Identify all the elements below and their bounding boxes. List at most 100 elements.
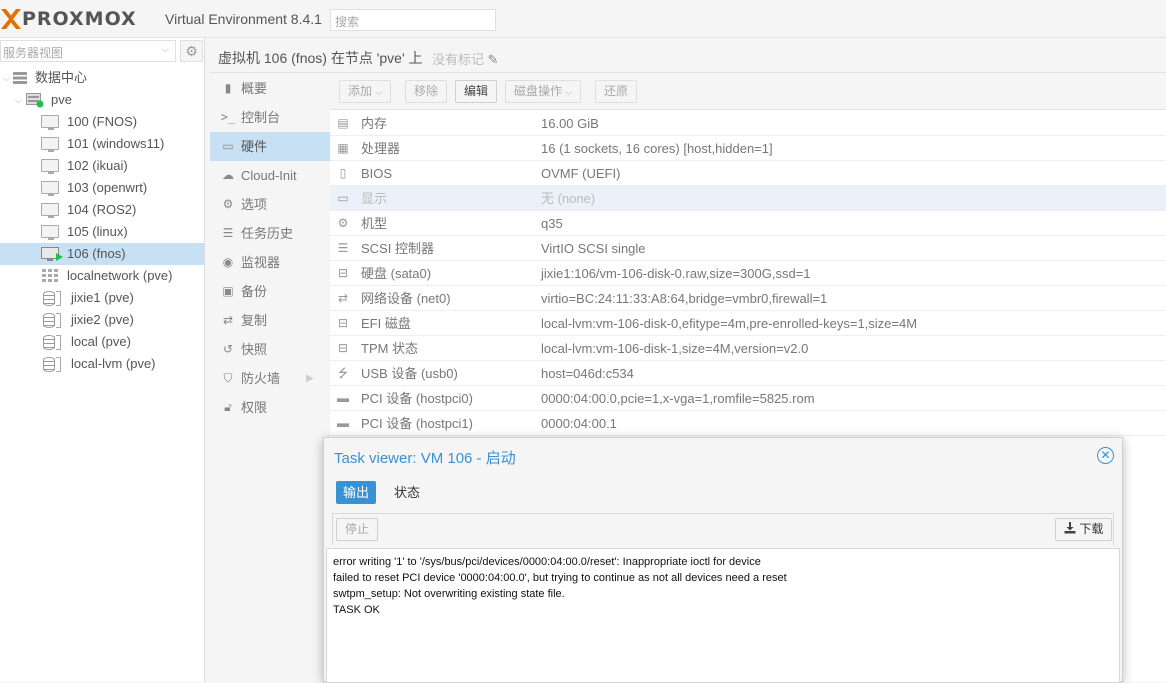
storage-status-bracket (56, 335, 61, 350)
hardware-value: jixie1:106/vm-106-disk-0.raw,size=300G,s… (541, 266, 811, 281)
hardware-name: SCSI 控制器 (361, 241, 434, 256)
gear-icon[interactable]: ⚙ (180, 40, 203, 62)
hardware-row-efi-disk[interactable]: ⊟ EFI 磁盘 local-lvm:vm-106-disk-0,efitype… (330, 311, 1166, 336)
tree-item-label: jixie2 (pve) (71, 312, 134, 327)
tree-item-label: 102 (ikuai) (67, 158, 128, 173)
resource-tree-panel: 服务器视图 ⌵ ⚙ ⌵ 数据中心 ⌵ pve 100 (FNOS) 101 (w… (0, 38, 205, 682)
hardware-row-memory[interactable]: ▤ 内存 16.00 GiB (330, 111, 1166, 136)
tree-item-storage-jixie2[interactable]: jixie2 (pve) (0, 309, 204, 331)
hardware-row-hostpci0[interactable]: ▬ PCI 设备 (hostpci0) 0000:04:00.0,pcie=1,… (330, 386, 1166, 411)
hardware-row-scsi-controller[interactable]: ☰ SCSI 控制器 VirtIO SCSI single (330, 236, 1166, 261)
nav-item-firewall[interactable]: ⛉ 防火墙 ▶ (210, 364, 330, 393)
hardware-toolbar: 添加 ⌵ 移除 编辑 磁盘操作 ⌵ 还原 (330, 74, 1166, 110)
nav-item-hardware[interactable]: ▭ 硬件 (210, 132, 330, 161)
hardware-name: PCI 设备 (hostpci1) (361, 416, 473, 431)
chevron-down-icon: ⌵ (375, 87, 383, 97)
hardware-row-usb0[interactable]: ⭍ USB 设备 (usb0) host=046d:c534 (330, 361, 1166, 386)
download-button-label: 下载 (1079, 522, 1104, 536)
tree-item-vm-101[interactable]: 101 (windows11) (0, 133, 204, 155)
network-icon: ⇄ (337, 291, 349, 305)
tags-edit[interactable]: 没有标记 ✎ (432, 49, 499, 68)
log-line: TASK OK (333, 604, 380, 616)
hardware-row-tpm-state[interactable]: ⊟ TPM 状态 local-lvm:vm-106-disk-1,size=4M… (330, 336, 1166, 361)
nav-item-task-history[interactable]: ☰ 任务历史 (210, 219, 330, 248)
collapse-icon[interactable]: ⌵ (15, 89, 22, 111)
tree-item-label: 103 (openwrt) (67, 180, 148, 195)
hdd-icon: ⊟ (337, 266, 349, 280)
tab-output[interactable]: 输出 (336, 481, 377, 504)
hardware-row-cpu[interactable]: ▦ 处理器 16 (1 sockets, 16 cores) [host,hid… (330, 136, 1166, 161)
vm-icon (41, 115, 59, 130)
tree-item-label: 数据中心 (35, 70, 88, 85)
pencil-icon[interactable]: ✎ (488, 52, 499, 67)
edit-button[interactable]: 编辑 (455, 80, 498, 103)
tree-item-node-pve[interactable]: ⌵ pve (0, 89, 204, 111)
stop-button-label: 停止 (345, 522, 370, 536)
proxmox-logo[interactable]: PROXMOX (0, 7, 137, 31)
nav-item-label: 监视器 (241, 255, 281, 270)
nav-item-label: 复制 (241, 313, 268, 328)
tree-item-vm-104[interactable]: 104 (ROS2) (0, 199, 204, 221)
hardware-row-hostpci1[interactable]: ▬ PCI 设备 (hostpci1) 0000:04:00.1 (330, 411, 1166, 436)
tree-item-storage-local-lvm[interactable]: local-lvm (pve) (0, 353, 204, 375)
disk-action-button[interactable]: 磁盘操作 ⌵ (505, 80, 582, 103)
tree-item-label: 100 (FNOS) (67, 114, 138, 129)
hardware-row-display[interactable]: ▭ 显示 无 (none) (330, 186, 1166, 211)
tree-item-vm-103[interactable]: 103 (openwrt) (0, 177, 204, 199)
tree-item-storage-jixie1[interactable]: jixie1 (pve) (0, 287, 204, 309)
microchip-icon: ▯ (339, 166, 347, 180)
storage-icon (43, 335, 55, 350)
chevron-down-icon: ⌵ (565, 87, 573, 97)
task-log-output[interactable]: error writing '1' to '/sys/bus/pci/devic… (326, 548, 1120, 683)
storage-status-bracket (56, 291, 61, 306)
nav-item-options[interactable]: ⚙ 选项 (210, 190, 330, 219)
collapse-icon[interactable]: ⌵ (3, 67, 10, 89)
nav-item-summary[interactable]: ▮ 概要 (210, 74, 330, 103)
nav-item-replication[interactable]: ⇄ 复制 (210, 306, 330, 335)
shield-icon: ⛉ (223, 371, 233, 385)
vm-config-nav: ▮ 概要 >_ 控制台 ▭ 硬件 ☁ Cloud-Init ⚙ 选项 ☰ 任务历… (210, 74, 330, 682)
nav-item-snapshots[interactable]: ↺ 快照 (210, 335, 330, 364)
chevron-right-icon[interactable]: ▶ (306, 364, 314, 393)
hardware-row-machine[interactable]: ⚙ 机型 q35 (330, 211, 1166, 236)
nav-item-permissions[interactable]: 🔓︎ 权限 (210, 393, 330, 422)
tree-item-label: 105 (linux) (67, 224, 128, 239)
nav-item-backup[interactable]: ▣ 备份 (210, 277, 330, 306)
remove-button[interactable]: 移除 (405, 80, 448, 103)
cogs-icon: ⚙ (337, 216, 349, 230)
tree-item-storage-local[interactable]: local (pve) (0, 331, 204, 353)
tab-status[interactable]: 状态 (387, 481, 427, 504)
hardware-row-bios[interactable]: ▯ BIOS OVMF (UEFI) (330, 161, 1166, 186)
search-input[interactable]: 搜索 (330, 9, 496, 31)
stop-button[interactable]: 停止 (336, 518, 379, 541)
tree-item-label: local-lvm (pve) (71, 356, 156, 371)
revert-button[interactable]: 还原 (595, 80, 638, 103)
tree-item-label: 106 (fnos) (67, 246, 126, 261)
usb-icon: ⭍ (338, 366, 348, 380)
task-viewer-dialog: Task viewer: VM 106 - 启动 ✕ 输出 状态 停止 下载 e… (323, 437, 1123, 683)
hardware-value: 0000:04:00.1 (541, 416, 617, 431)
tree-item-vm-105[interactable]: 105 (linux) (0, 221, 204, 243)
tree-item-label: pve (51, 92, 72, 107)
add-button-label: 添加 (348, 84, 373, 98)
tree-item-datacenter[interactable]: ⌵ 数据中心 (0, 67, 204, 89)
nav-item-monitor[interactable]: ◉ 监视器 (210, 248, 330, 277)
hardware-value: 16.00 GiB (541, 116, 599, 131)
hardware-row-sata0[interactable]: ⊟ 硬盘 (sata0) jixie1:106/vm-106-disk-0.ra… (330, 261, 1166, 286)
download-button[interactable]: 下载 (1055, 518, 1113, 541)
close-icon[interactable]: ✕ (1097, 447, 1114, 464)
eye-icon: ◉ (222, 255, 234, 269)
tree-item-vm-102[interactable]: 102 (ikuai) (0, 155, 204, 177)
hardware-row-net0[interactable]: ⇄ 网络设备 (net0) virtio=BC:24:11:33:A8:64,b… (330, 286, 1166, 311)
nav-item-console[interactable]: >_ 控制台 (210, 103, 330, 132)
tree-item-vm-100[interactable]: 100 (FNOS) (0, 111, 204, 133)
hardware-name: PCI 设备 (hostpci0) (361, 391, 473, 406)
tree-item-localnetwork[interactable]: localnetwork (pve) (0, 265, 204, 287)
view-selector[interactable]: 服务器视图 ⌵ (0, 40, 176, 62)
tree-item-vm-106[interactable]: 106 (fnos) (0, 243, 204, 265)
add-button[interactable]: 添加 ⌵ (339, 80, 392, 103)
nav-item-cloud-init[interactable]: ☁ Cloud-Init (210, 161, 330, 190)
hardware-value: OVMF (UEFI) (541, 166, 621, 181)
tree-item-label: jixie1 (pve) (71, 290, 134, 305)
edit-button-label: 编辑 (464, 84, 489, 98)
